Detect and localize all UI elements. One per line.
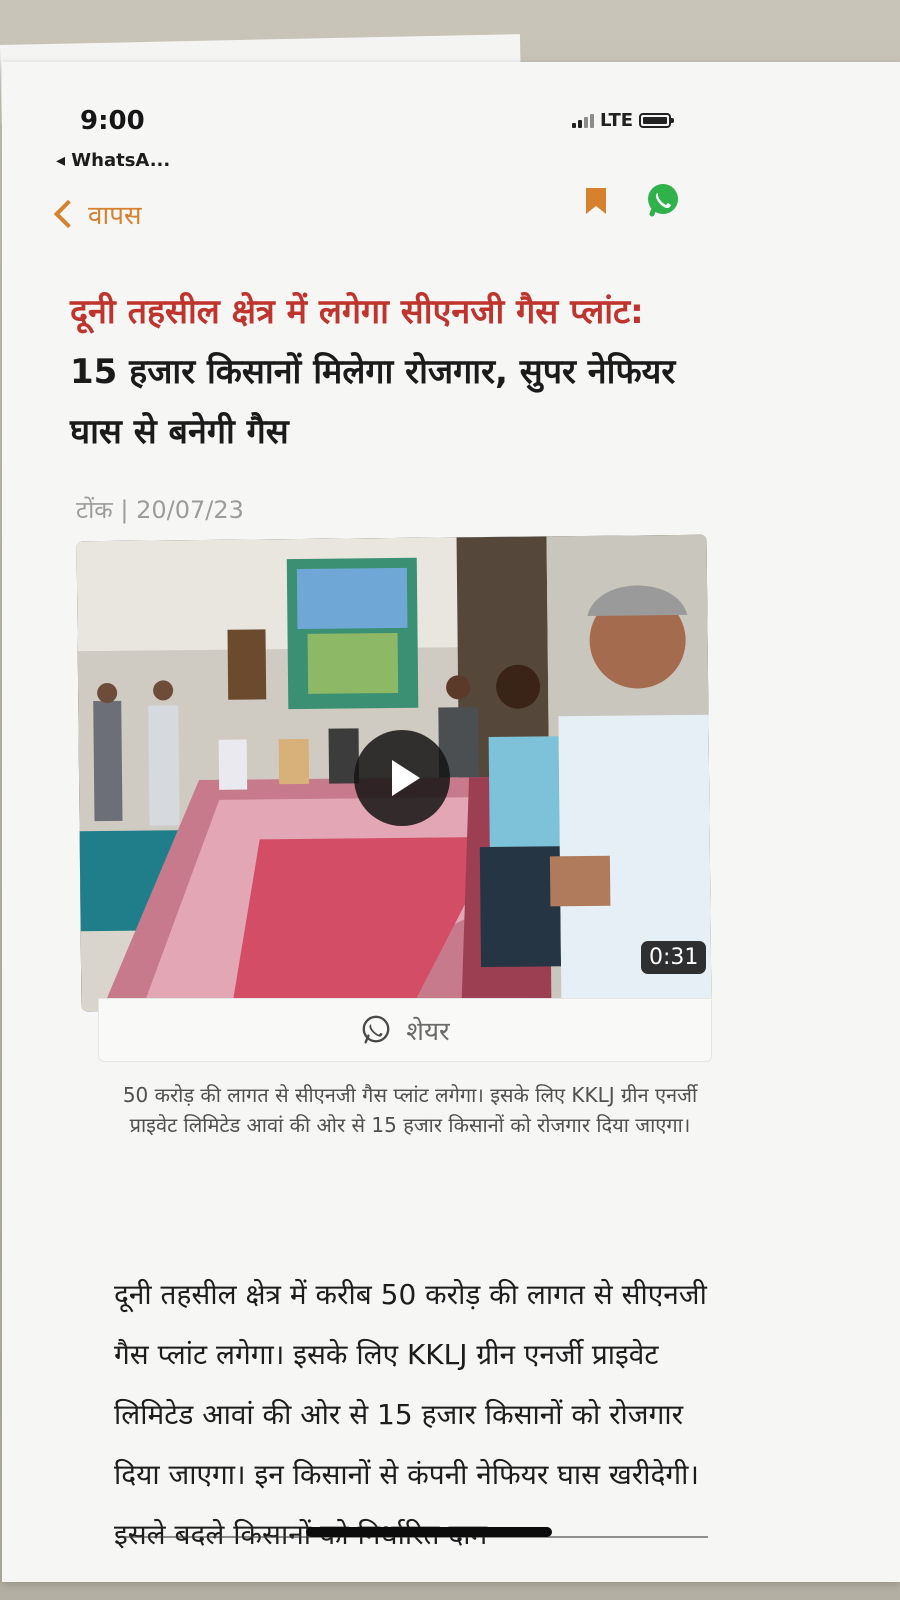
back-button[interactable]: वापस — [52, 196, 142, 232]
status-time: 9:00 — [80, 106, 145, 136]
article-dateline: टोंक | 20/07/23 — [76, 496, 244, 524]
whatsapp-outline-icon — [362, 1015, 390, 1044]
network-label: LTE — [600, 110, 634, 131]
headline-highlight: दूनी तहसील क्षेत्र में लगेगा सीएनजी गैस … — [70, 292, 644, 332]
play-button[interactable] — [354, 730, 450, 826]
status-indicators: LTE — [572, 110, 675, 131]
share-button[interactable]: शेयर — [98, 998, 712, 1062]
article-body: दूनी तहसील क्षेत्र में करीब 50 करोड़ की … — [114, 1278, 707, 1551]
share-label: शेयर — [406, 1017, 450, 1047]
bookmark-icon[interactable] — [584, 186, 608, 216]
video-caption: 50 करोड़ की लागत से सीएनजी गैस प्लांट लग… — [122, 1083, 698, 1137]
article-headline: दूनी तहसील क्षेत्र में लगेगा सीएनजी गैस … — [70, 282, 690, 462]
video-duration: 0:31 — [641, 941, 707, 974]
signal-icon — [572, 113, 594, 128]
headline-rest: 15 हजार किसानों मिलेगा रोजगार, सुपर नेफि… — [70, 352, 676, 452]
cut-off-text-line — [122, 1536, 708, 1558]
home-indicator[interactable] — [306, 1527, 552, 1537]
whatsapp-icon[interactable] — [646, 183, 680, 217]
battery-icon — [639, 113, 675, 128]
back-to-app-link[interactable]: ◂ WhatsA... — [56, 150, 170, 171]
chevron-left-icon — [53, 199, 83, 229]
back-label: वापस — [88, 201, 142, 231]
